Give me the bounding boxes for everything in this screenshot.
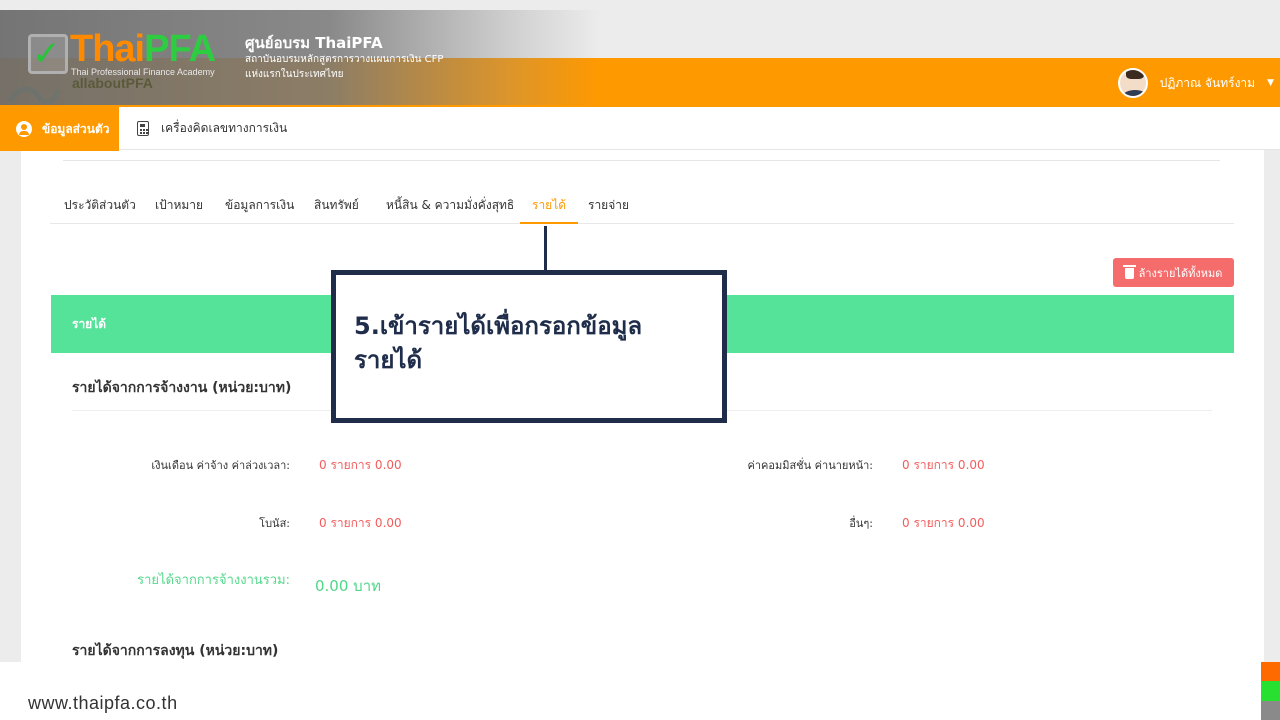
tab-bar: ประวัติส่วนตัว เป้าหมาย ข้อมูลการเงิน สิ… <box>50 190 1234 224</box>
logo-text-pfa: PFA <box>144 28 216 70</box>
org-subtitle-2: แห่งแรกในประเทศไทย <box>245 69 344 80</box>
annotation-line-2: รายได้ <box>354 346 423 374</box>
employment-income-heading: รายได้จากการจ้างงาน (หน่วย:บาท) <box>72 380 292 396</box>
clear-all-income-button[interactable]: ล้างรายได้ทั้งหมด <box>1113 258 1234 287</box>
nav-item-profile-label: ข้อมูลส่วนตัว <box>42 121 110 136</box>
org-subtitle-1: สถาบันอบรมหลักสูตรการวางแผนการเงิน CFP <box>245 54 444 65</box>
user-menu[interactable]: ปฏิภาณ จันทร์งาม ▼ <box>1117 67 1274 99</box>
footer-url: www.thaipfa.co.th <box>28 693 178 713</box>
ghost-brand-text: allaboutPFA <box>72 75 153 91</box>
caret-down-icon[interactable]: ▼ <box>1267 78 1274 88</box>
corner-accent-gray <box>1261 701 1280 720</box>
calculator-icon <box>137 121 149 136</box>
bonus-value[interactable]: 0 รายการ 0.00 <box>319 514 402 533</box>
divider <box>63 160 1220 161</box>
tab-expenses[interactable]: รายจ่าย <box>576 190 641 223</box>
main-nav: ข้อมูลส่วนตัว เครื่องคิดเลขทางการเงิน <box>0 107 1280 151</box>
bonus-label: โบนัส: <box>259 517 290 530</box>
employment-total-label: รายได้จากการจ้างงานรวม: <box>137 573 290 588</box>
clear-all-income-label: ล้างรายได้ทั้งหมด <box>1138 266 1223 280</box>
corner-accent-green <box>1261 681 1280 701</box>
employment-total-value: 0.00 บาท <box>315 577 381 595</box>
nav-item-profile[interactable]: ข้อมูลส่วนตัว <box>0 107 119 151</box>
tab-assets[interactable]: สินทรัพย์ <box>302 190 371 223</box>
investment-income-heading: รายได้จากการลงทุน (หน่วย:บาท) <box>72 643 279 659</box>
user-circle-icon <box>16 121 32 137</box>
nav-item-calculator-label: เครื่องคิดเลขทางการเงิน <box>161 121 288 135</box>
other-income-value[interactable]: 0 รายการ 0.00 <box>902 514 985 533</box>
tab-financial-info[interactable]: ข้อมูลการเงิน <box>213 190 306 223</box>
logo-text-thai: Thai <box>70 28 145 70</box>
other-income-label: อื่นๆ: <box>849 517 873 530</box>
avatar[interactable] <box>1117 68 1148 98</box>
logo[interactable]: ThaiPFA <box>70 28 216 71</box>
salary-value[interactable]: 0 รายการ 0.00 <box>319 456 402 475</box>
tab-income[interactable]: รายได้ <box>520 190 579 224</box>
commission-label: ค่าคอมมิสชั่น ค่านายหน้า: <box>747 459 873 472</box>
check-icon: ✓ <box>32 34 61 74</box>
annotation-callout: 5.เข้ารายได้เพื่อกรอกข้อมูล รายได้ <box>331 270 727 423</box>
trash-icon <box>1122 265 1136 279</box>
user-name[interactable]: ปฏิภาณ จันทร์งาม <box>1160 74 1255 93</box>
commission-value[interactable]: 0 รายการ 0.00 <box>902 456 985 475</box>
nav-item-calculator[interactable]: เครื่องคิดเลขทางการเงิน <box>137 107 287 150</box>
tab-goals[interactable]: เป้าหมาย <box>143 190 215 223</box>
tab-liabilities-networth[interactable]: หนี้สิน & ความมั่งคั่งสุทธิ <box>374 190 526 223</box>
annotation-line-1: 5.เข้ารายได้เพื่อกรอกข้อมูล <box>354 312 643 340</box>
callout-connector <box>544 226 547 271</box>
corner-accent-orange <box>1261 662 1280 681</box>
salary-label: เงินเดือน ค่าจ้าง ค่าล่วงเวลา: <box>151 459 290 472</box>
tab-personal-history[interactable]: ประวัติส่วนตัว <box>52 190 148 223</box>
